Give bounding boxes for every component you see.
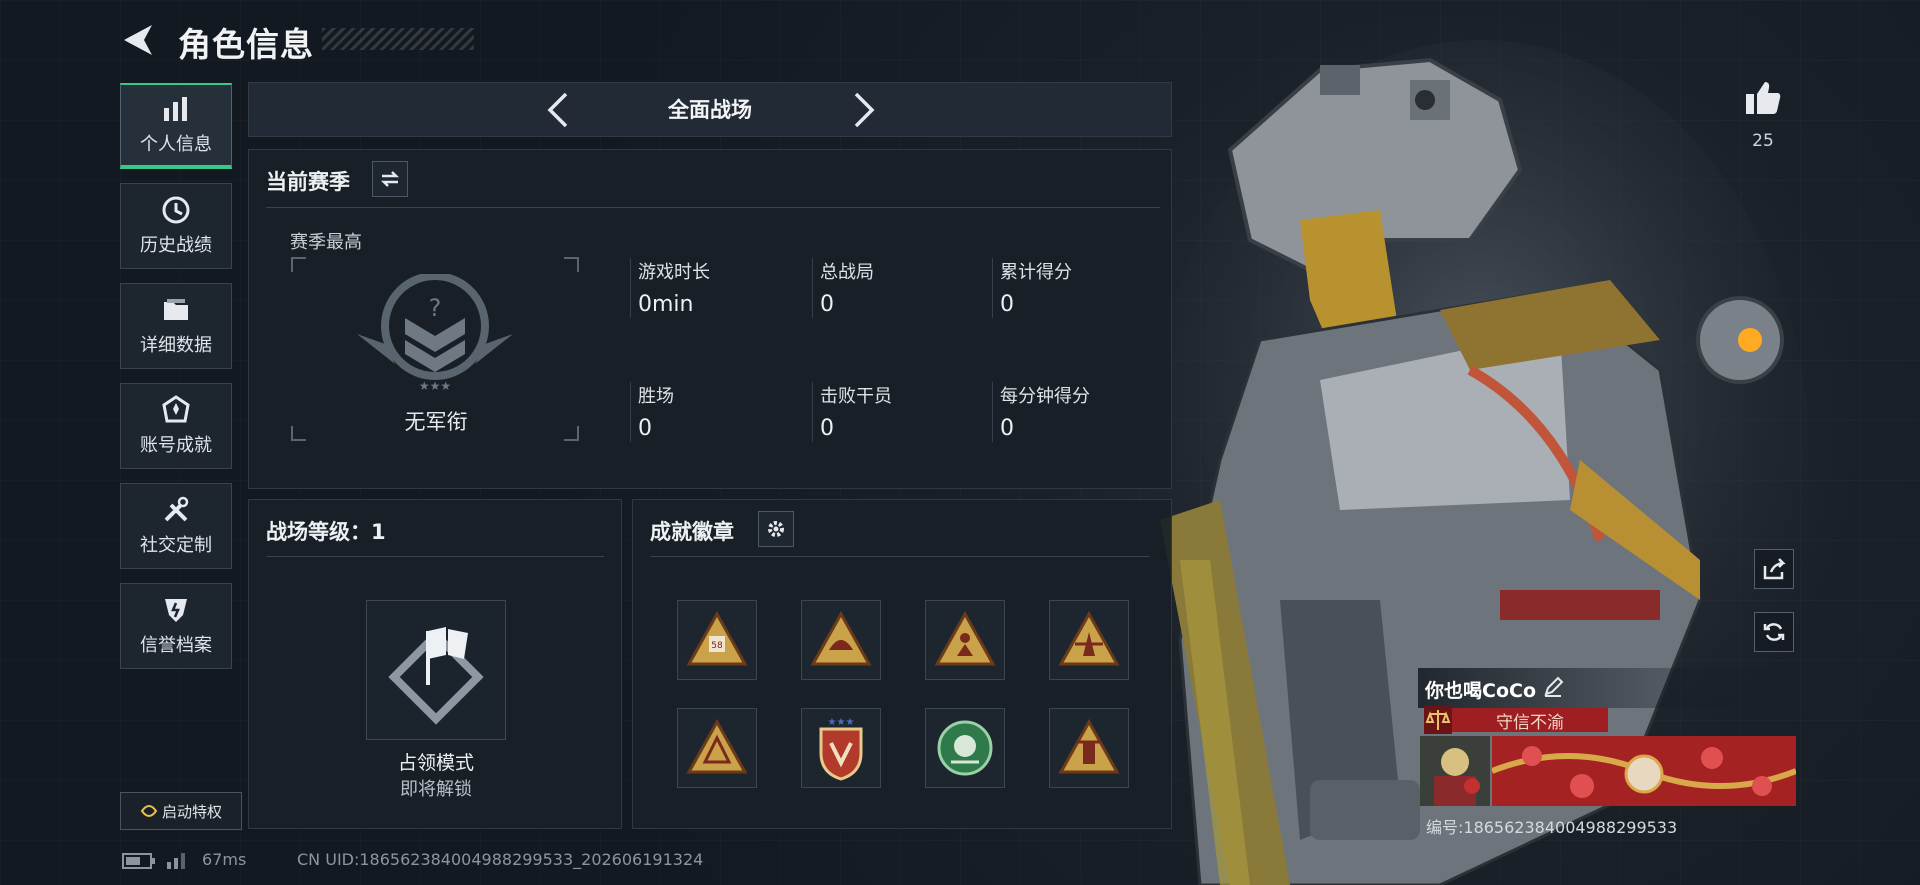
edit-pencil-icon[interactable] [1542,676,1564,698]
honor-scales-icon [1424,706,1452,734]
refresh-button[interactable] [1754,612,1794,652]
achievement-badge[interactable] [1049,600,1129,680]
capture-mode-name: 占领模式 [397,752,474,774]
gear-icon [768,521,784,537]
nav-label: 个人信息 [140,134,212,155]
share-icon [1763,558,1786,580]
stat-label-wins: 胜场 [638,386,674,407]
player-nameplate-banner [1492,736,1796,806]
mode-selector-label: 全面战场 [668,98,752,122]
rank-name: 无军衔 [404,410,468,434]
honor-title-badge: 守信不渝 [1452,708,1608,733]
stat-label-playtime: 游戏时长 [638,262,710,283]
nav-item-detailed-data[interactable]: 详细数据 [120,283,232,369]
stat-value-score-per-min: 0 [1000,416,1014,441]
switch-season-button[interactable] [372,161,408,197]
history-clock-icon [162,196,190,224]
battlefield-level-title: 战场等级：1 [266,520,386,544]
capture-mode-card[interactable] [366,600,506,740]
section-divider [266,556,604,557]
player-name: 你也喝CoCo [1425,680,1536,702]
player-avatar[interactable] [1420,736,1490,806]
chevron-right-icon[interactable] [844,88,884,132]
badge-helmet-icon [810,610,872,666]
stat-value-total-score: 0 [1000,292,1014,317]
bar-chart-icon [164,97,187,121]
nav-label: 账号成就 [140,435,212,456]
nav-item-history[interactable]: 历史战绩 [120,183,232,269]
achievements-title: 成就徽章 [650,520,734,544]
player-id: 编号:1865623840049882995​33 [1426,818,1678,837]
stat-separator [992,258,993,318]
achievement-badge[interactable] [925,600,1005,680]
uid-text: CN UID:18656238400498829​9533_2026061913… [297,850,704,869]
like-thumbs-up-icon[interactable] [1743,78,1783,118]
folder-icon [164,299,188,320]
achievement-badge[interactable]: 58 [677,600,757,680]
nav-item-reputation[interactable]: 信誉档案 [120,583,232,669]
svg-text:★★★: ★★★ [419,379,451,393]
svg-text:58: 58 [711,641,723,651]
section-divider [650,556,1150,557]
nav-label: 信誉档案 [140,635,212,656]
badge-soldier-icon [934,610,996,666]
badge-figure-icon [1058,610,1120,666]
stat-separator [812,258,813,318]
refresh-icon [1763,623,1785,641]
stat-separator [812,382,813,442]
nav-label: 历史战绩 [140,235,212,256]
tools-icon [164,496,189,522]
stat-label-score-per-min: 每分钟得分 [1000,386,1090,407]
stat-label-total-matches: 总战局 [820,262,874,283]
nav-item-achievements[interactable]: 账号成就 [120,383,232,469]
like-count: 25 [1752,131,1774,151]
badge-stars-shield-icon: ★★★ [819,717,863,781]
chevron-left-icon[interactable] [538,88,578,132]
reputation-shield-icon [165,599,187,622]
battery-icon [122,853,155,869]
stat-value-playtime: 0min [638,292,694,317]
nav-item-personal-info[interactable]: 个人信息 [120,83,232,169]
privilege-icon [140,805,158,817]
svg-text:?: ? [429,294,442,322]
stat-label-kills: 击败干员 [820,386,892,407]
section-divider [266,207,1160,208]
title-decoration [322,28,474,50]
achievement-badge[interactable] [925,708,1005,788]
nav-label: 社交定制 [140,535,212,556]
privilege-label: 启动特权 [161,802,222,821]
ping-value: 67ms [202,850,247,869]
stat-value-wins: 0 [638,416,652,441]
back-arrow-icon[interactable] [118,22,158,58]
stat-separator [992,382,993,442]
page-title: 角色信息 [178,25,314,64]
capture-mode-status: 即将解锁 [400,779,472,800]
svg-text:★★★: ★★★ [828,717,855,728]
badge-green-orb-icon [937,720,993,776]
no-rank-emblem-icon: ? ★★★ [357,274,513,393]
badge-58-icon: 58 [686,610,748,666]
badge-tower-icon [1058,718,1120,774]
stat-value-total-matches: 0 [820,292,834,317]
achievement-badge[interactable] [801,600,881,680]
season-highest-label: 赛季最高 [290,232,362,253]
stat-label-total-score: 累计得分 [1000,262,1072,283]
achievement-medal-icon [162,395,190,423]
season-title: 当前赛季 [266,170,350,194]
badge-triangle-icon [686,718,748,774]
achievement-badge[interactable]: ★★★ [801,708,881,788]
stat-separator [630,382,631,442]
signal-icon [167,853,185,869]
nav-item-social[interactable]: 社交定制 [120,483,232,569]
stat-separator [630,258,631,318]
achievement-badge[interactable] [1049,708,1129,788]
achievement-badge[interactable] [677,708,757,788]
share-button[interactable] [1754,549,1794,589]
activate-privilege-button[interactable]: 启动特权 [120,792,242,830]
stat-value-kills: 0 [820,416,834,441]
flag-diamond-icon [388,627,484,725]
swap-icon [380,171,400,187]
achievement-settings-button[interactable] [758,511,794,547]
nav-label: 详细数据 [140,335,212,356]
